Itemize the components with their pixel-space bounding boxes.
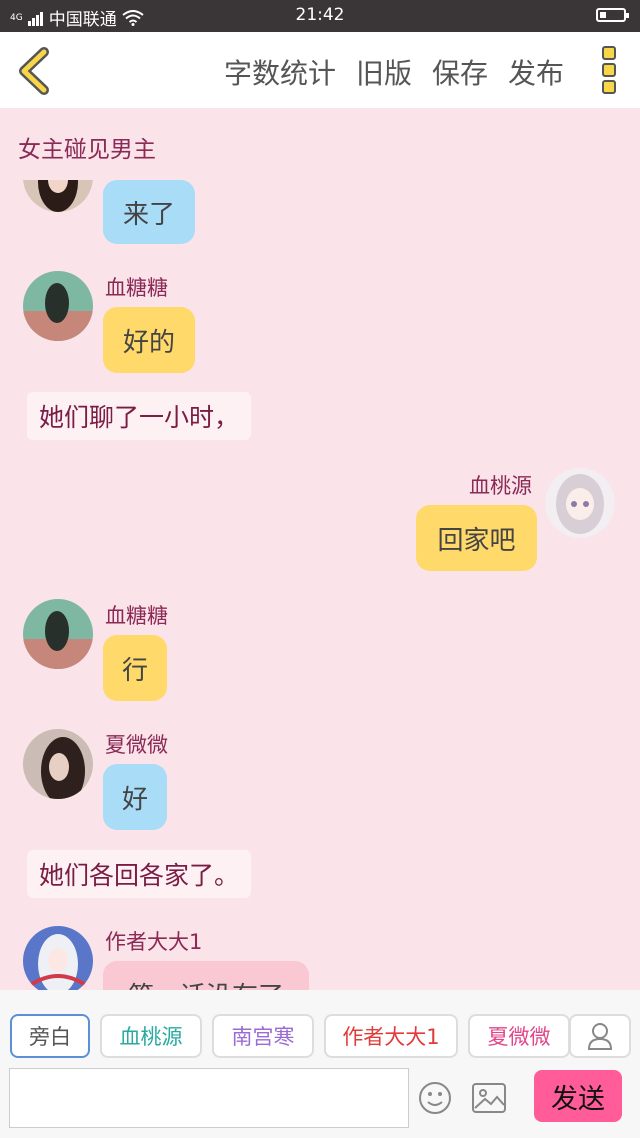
message-bubble[interactable]: 回家吧 xyxy=(416,505,537,571)
role-chip-xiaweiwei[interactable]: 夏微微 xyxy=(468,1014,570,1058)
image-button[interactable] xyxy=(472,1083,506,1113)
role-chip-narrator[interactable]: 旁白 xyxy=(10,1014,90,1058)
narration-item[interactable]: 她们各回各家了。 xyxy=(27,850,252,898)
person-icon xyxy=(587,1023,613,1050)
speaker-name: 夏微微 xyxy=(105,733,168,757)
word-count-button[interactable]: 字数统计 xyxy=(224,52,336,92)
avatar[interactable] xyxy=(23,926,93,990)
message-bubble[interactable]: 好的 xyxy=(103,307,195,373)
message-bubble[interactable]: 第一话没有了 xyxy=(103,961,309,990)
old-version-button[interactable]: 旧版 xyxy=(356,52,412,92)
save-button[interactable]: 保存 xyxy=(432,52,488,92)
chapter-title: 女主碰见男主 xyxy=(18,137,156,163)
editor-toolbar: 字数统计 旧版 保存 发布 xyxy=(0,32,640,108)
message-bubble[interactable]: 来了 xyxy=(103,180,195,244)
avatar[interactable] xyxy=(23,599,93,669)
status-bar: 4G 中国联通 21:42 xyxy=(0,0,640,32)
battery-icon xyxy=(596,8,629,22)
message-bubble[interactable]: 好 xyxy=(103,764,167,830)
role-chip-author[interactable]: 作者大大1 xyxy=(324,1014,458,1058)
message-bubble[interactable]: 行 xyxy=(103,635,167,701)
role-chip-nangonghan[interactable]: 南宫寒 xyxy=(212,1014,314,1058)
role-chip-xuetaoyuan[interactable]: 血桃源 xyxy=(100,1014,202,1058)
narration-item[interactable]: 她们聊了一小时， xyxy=(27,392,252,440)
speaker-name: 作者大大1 xyxy=(105,930,203,954)
back-button[interactable] xyxy=(14,46,54,96)
avatar[interactable] xyxy=(23,729,93,799)
clock: 21:42 xyxy=(295,5,345,25)
publish-button[interactable]: 发布 xyxy=(508,52,564,92)
message-input[interactable] xyxy=(9,1068,409,1128)
add-role-button[interactable] xyxy=(569,1014,631,1058)
avatar[interactable] xyxy=(23,180,93,212)
speaker-name: 血糖糖 xyxy=(105,276,168,300)
speaker-name: 血桃源 xyxy=(469,474,532,498)
avatar[interactable] xyxy=(545,468,615,538)
smiley-icon xyxy=(419,1082,451,1114)
image-icon xyxy=(472,1083,506,1113)
speaker-name: 血糖糖 xyxy=(105,604,168,628)
emoji-button[interactable] xyxy=(418,1081,452,1115)
more-menu-icon[interactable] xyxy=(602,46,618,94)
back-arrow-icon xyxy=(19,47,49,95)
send-button[interactable]: 发送 xyxy=(534,1070,622,1122)
toolbar-actions: 字数统计 旧版 保存 发布 xyxy=(224,52,564,92)
composer-panel: 旁白 血桃源 南宫寒 作者大大1 夏微微 发送 xyxy=(0,990,640,1138)
chat-area[interactable]: 来了 血糖糖 好的 她们聊了一小时， 血桃源 回家吧 血糖糖 行 夏微微 好 她… xyxy=(0,180,640,990)
avatar[interactable] xyxy=(23,271,93,341)
